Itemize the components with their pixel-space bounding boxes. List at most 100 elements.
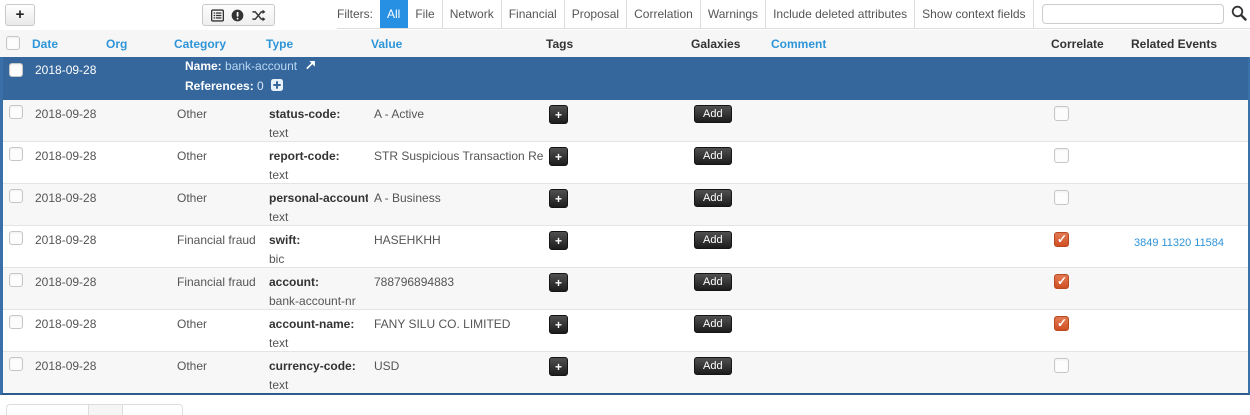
add-galaxy-button[interactable]: Add <box>694 357 732 375</box>
table-row: 2018-09-28 Financial fraud swift: bic HA… <box>3 225 1248 267</box>
object-references-label: References: <box>185 79 254 93</box>
row-checkbox[interactable] <box>9 105 23 119</box>
related-events-cell <box>1128 310 1248 319</box>
correlate-checkbox[interactable] <box>1054 316 1069 331</box>
row-type: swift: bic <box>263 226 368 267</box>
row-type-name: currency-code: <box>269 359 364 374</box>
toolbar-icon-group <box>202 4 275 26</box>
filter-tab-warnings[interactable]: Warnings <box>701 0 766 28</box>
row-type: personal-account-type: text <box>263 184 368 225</box>
exclamation-circle-icon[interactable] <box>231 9 244 22</box>
row-type-subtype: bank-account-nr <box>269 294 364 309</box>
add-tag-button[interactable]: + <box>549 357 568 376</box>
row-org <box>103 142 171 149</box>
add-tag-button[interactable]: + <box>549 273 568 292</box>
pagination-next[interactable]: next » <box>123 405 182 415</box>
correlate-checkbox[interactable] <box>1054 106 1069 121</box>
related-events-cell <box>1128 268 1248 277</box>
row-type: currency-code: text <box>263 352 368 393</box>
filter-tab-all[interactable]: All <box>380 0 408 28</box>
column-header-category[interactable]: Category <box>168 30 260 57</box>
pagination-current-page: 1 <box>89 405 123 415</box>
row-checkbox[interactable] <box>9 315 23 329</box>
row-date: 2018-09-28 <box>29 142 103 163</box>
list-icon[interactable] <box>211 9 224 22</box>
column-header-type[interactable]: Type <box>260 30 365 57</box>
correlate-checkbox[interactable] <box>1054 358 1069 373</box>
row-type: status-code: text <box>263 100 368 141</box>
row-category: Other <box>171 352 263 373</box>
column-header-comment[interactable]: Comment <box>765 30 1045 57</box>
row-category: Other <box>171 310 263 331</box>
object-name-link[interactable]: bank-account <box>225 59 297 73</box>
table-header-row: DateOrgCategoryTypeValueTagsGalaxiesComm… <box>0 30 1250 57</box>
object-row-checkbox[interactable] <box>9 63 23 77</box>
row-type-subtype: bic <box>269 252 364 267</box>
table-row: 2018-09-28 Other status-code: text A - A… <box>3 100 1248 141</box>
pagination: « previous 1 next » <box>6 404 183 415</box>
add-galaxy-button[interactable]: Add <box>694 105 732 123</box>
search-button[interactable] <box>1224 5 1250 24</box>
add-tag-button[interactable]: + <box>549 105 568 124</box>
add-tag-button[interactable]: + <box>549 231 568 250</box>
add-galaxy-button[interactable]: Add <box>694 315 732 333</box>
add-reference-icon[interactable] <box>271 78 283 97</box>
row-type-name: status-code: <box>269 107 364 122</box>
row-checkbox[interactable] <box>9 357 23 371</box>
correlate-checkbox[interactable] <box>1054 274 1069 289</box>
correlate-checkbox[interactable] <box>1054 190 1069 205</box>
add-tag-button[interactable]: + <box>549 147 568 166</box>
row-checkbox[interactable] <box>9 189 23 203</box>
row-comment <box>768 226 1048 233</box>
row-date: 2018-09-28 <box>29 352 103 373</box>
filter-tab-show-context-fields[interactable]: Show context fields <box>915 0 1033 28</box>
filter-tab-include-deleted-attributes[interactable]: Include deleted attributes <box>766 0 915 28</box>
filter-tab-financial[interactable]: Financial <box>502 0 565 28</box>
add-galaxy-button[interactable]: Add <box>694 147 732 165</box>
pagination-previous[interactable]: « previous <box>7 405 89 415</box>
add-galaxy-button[interactable]: Add <box>694 189 732 207</box>
related-events-cell: 38491132011584 <box>1128 226 1248 249</box>
add-galaxy-button[interactable]: Add <box>694 273 732 291</box>
filter-tab-proposal[interactable]: Proposal <box>565 0 627 28</box>
correlate-checkbox[interactable] <box>1054 148 1069 163</box>
row-type: report-code: text <box>263 142 368 183</box>
column-header-org[interactable]: Org <box>100 30 168 57</box>
add-galaxy-button[interactable]: Add <box>694 231 732 249</box>
table-row: 2018-09-28 Financial fraud account: bank… <box>3 267 1248 309</box>
row-org <box>103 226 171 233</box>
add-attribute-button[interactable]: + <box>5 4 35 26</box>
row-comment <box>768 142 1048 149</box>
select-all-checkbox[interactable] <box>6 36 20 50</box>
related-event-link[interactable]: 11584 <box>1194 237 1224 249</box>
column-header-date[interactable]: Date <box>26 30 100 57</box>
related-event-link[interactable]: 11320 <box>1161 237 1191 249</box>
row-date: 2018-09-28 <box>29 268 103 289</box>
search-input[interactable] <box>1042 4 1224 24</box>
object-header-row: 2018-09-28 Name: bank-account References… <box>3 57 1248 100</box>
filter-tab-correlation[interactable]: Correlation <box>627 0 701 28</box>
shuffle-icon[interactable] <box>251 9 266 22</box>
row-value: A - Active <box>368 100 543 121</box>
row-type-name: account-name: <box>269 317 364 332</box>
add-tag-button[interactable]: + <box>549 189 568 208</box>
row-type-subtype: text <box>269 210 364 225</box>
object-date: 2018-09-28 <box>29 57 103 77</box>
related-event-link[interactable]: 3849 <box>1134 237 1158 249</box>
row-org <box>103 310 171 317</box>
row-checkbox[interactable] <box>9 231 23 245</box>
filter-tab-network[interactable]: Network <box>443 0 502 28</box>
filters-label: Filters: <box>337 7 380 21</box>
filter-tab-file[interactable]: File <box>408 0 442 28</box>
row-checkbox[interactable] <box>9 147 23 161</box>
row-value: USD <box>368 352 543 373</box>
object-meta: Name: bank-account References: 0 <box>171 57 1248 97</box>
column-header-value[interactable]: Value <box>365 30 540 57</box>
correlate-checkbox[interactable] <box>1054 232 1069 247</box>
row-checkbox[interactable] <box>9 273 23 287</box>
expand-icon[interactable] <box>304 58 316 77</box>
table-row: 2018-09-28 Other account-name: text FANY… <box>3 309 1248 351</box>
column-header-related-events: Related Events <box>1125 30 1250 57</box>
table-row: 2018-09-28 Other report-code: text STR S… <box>3 141 1248 183</box>
add-tag-button[interactable]: + <box>549 315 568 334</box>
